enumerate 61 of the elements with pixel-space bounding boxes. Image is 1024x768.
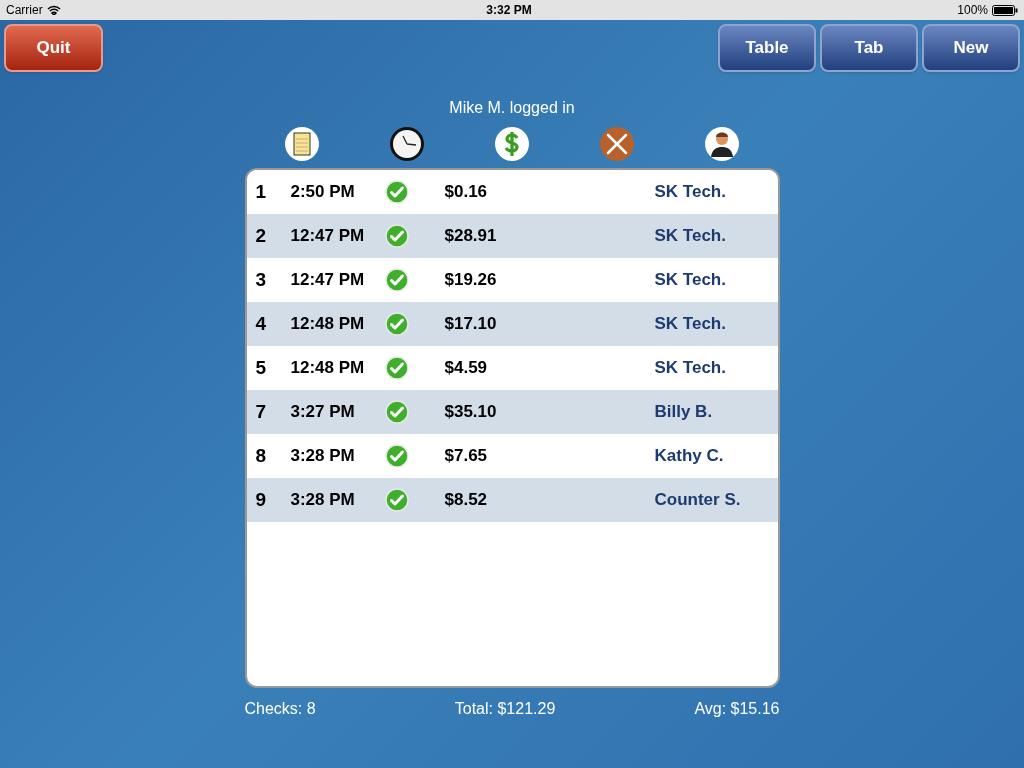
clock-icon (389, 126, 425, 162)
server-name: Kathy C. (654, 445, 724, 468)
check-number: 2 (254, 223, 268, 248)
check-number: 5 (254, 355, 268, 380)
check-row[interactable]: 4 12:48 PM $17.10 SK Tech. (246, 302, 778, 346)
total-amount: Total: $121.29 (454, 699, 556, 719)
check-row[interactable]: 2 12:47 PM $28.91 SK Tech. (246, 214, 778, 258)
check-amount: $17.10 (444, 313, 498, 336)
check-amount: $7.65 (444, 445, 489, 468)
check-number: 1 (254, 179, 268, 204)
check-time: 12:48 PM (290, 313, 366, 336)
check-icon (384, 180, 409, 204)
check-number: 3 (254, 267, 268, 292)
server-name: SK Tech. (654, 313, 726, 336)
notepad-icon (284, 126, 320, 162)
check-number: 4 (254, 311, 268, 336)
check-number: 9 (254, 487, 268, 512)
server-name: SK Tech. (654, 225, 726, 248)
check-amount: $4.59 (444, 357, 489, 380)
check-icon (384, 444, 409, 468)
check-row[interactable]: 9 3:28 PM $8.52 Counter S. (246, 478, 778, 522)
check-amount: $28.91 (444, 225, 498, 248)
check-amount: $8.52 (444, 489, 489, 512)
battery-percent: 100% (957, 2, 988, 19)
toolbar-button[interactable]: Tab (820, 24, 918, 72)
check-time: 12:47 PM (290, 225, 366, 248)
server-name: Billy B. (654, 401, 713, 424)
check-time: 3:27 PM (290, 401, 356, 424)
server-name: SK Tech. (654, 181, 726, 204)
check-number: 8 (254, 443, 268, 468)
check-row[interactable]: 7 3:27 PM $35.10 Billy B. (246, 390, 778, 434)
check-amount: $0.16 (444, 181, 489, 204)
carrier-label: Carrier (6, 2, 43, 19)
check-icon (384, 488, 409, 512)
check-icon (384, 312, 409, 336)
waiter-icon (704, 126, 740, 162)
login-status: Mike M. logged in (449, 98, 575, 118)
quit-button[interactable]: Quit (4, 24, 103, 72)
check-amount: $35.10 (444, 401, 498, 424)
server-name: SK Tech. (654, 269, 726, 292)
toolbar-button[interactable]: New (922, 24, 1020, 72)
server-name: Counter S. (654, 489, 741, 512)
server-name: SK Tech. (654, 357, 726, 380)
dollar-icon (494, 126, 530, 162)
battery-icon (992, 4, 1018, 16)
average-amount: Avg: $15.16 (694, 699, 780, 719)
check-time: 3:28 PM (290, 445, 356, 468)
check-time: 3:28 PM (290, 489, 356, 512)
check-icon (384, 224, 409, 248)
check-icon (384, 268, 409, 292)
checks-count: Checks: 8 (244, 699, 316, 719)
check-time: 2:50 PM (290, 181, 356, 204)
check-icon (384, 356, 409, 380)
check-time: 12:47 PM (290, 269, 366, 292)
wifi-icon (46, 5, 61, 15)
toolbar-button[interactable]: Table (718, 24, 816, 72)
check-number: 7 (254, 399, 268, 424)
check-amount: $19.26 (444, 269, 498, 292)
check-time: 12:48 PM (290, 357, 366, 380)
check-icon (384, 400, 409, 424)
clock-time: 3:32 PM (486, 2, 532, 19)
